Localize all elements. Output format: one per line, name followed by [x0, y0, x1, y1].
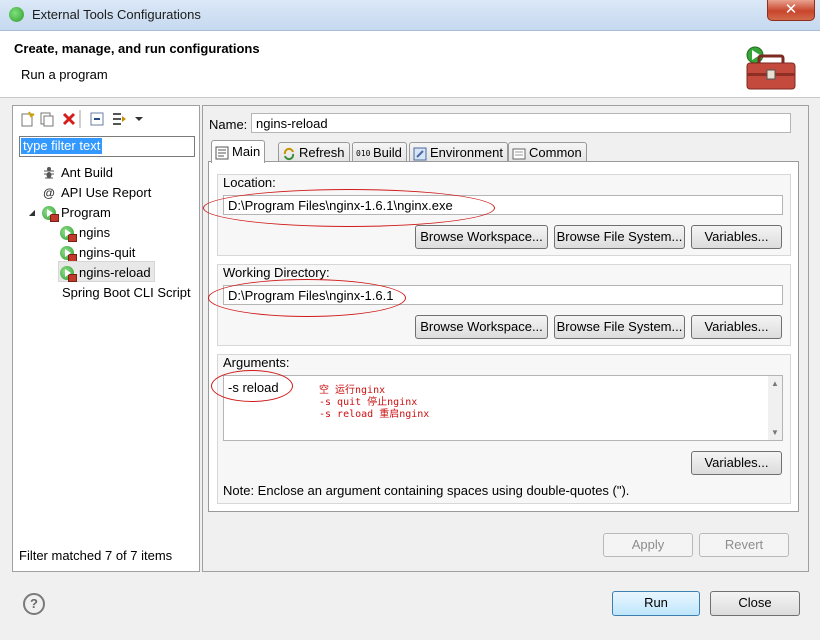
apply-button[interactable]: Apply: [603, 533, 693, 557]
location-input[interactable]: D:\Program Files\nginx-1.6.1\nginx.exe: [223, 195, 783, 215]
app-icon: [9, 7, 24, 22]
location-variables-button[interactable]: Variables...: [691, 225, 782, 249]
workdir-variables-button[interactable]: Variables...: [691, 315, 782, 339]
name-label: Name:: [209, 117, 248, 132]
working-dir-input[interactable]: D:\Program Files\nginx-1.6.1: [223, 285, 783, 305]
window-title: External Tools Configurations: [32, 7, 201, 22]
window-close-button[interactable]: ✕: [767, 0, 815, 21]
refresh-icon: [282, 147, 296, 161]
program-icon: [41, 205, 59, 223]
main-tab-content: Location: D:\Program Files\nginx-1.6.1\n…: [203, 161, 799, 512]
tab-main[interactable]: Main: [211, 140, 266, 163]
workdir-browse-workspace-button[interactable]: Browse Workspace...: [415, 315, 548, 339]
program-launch-icon: [59, 245, 77, 263]
arguments-value: -s reload: [228, 380, 279, 395]
ant-icon: [41, 165, 57, 181]
environment-icon: [413, 147, 427, 161]
duplicate-config-icon[interactable]: [39, 111, 55, 127]
tree-item-ngins-reload[interactable]: ngins-reload: [58, 261, 155, 283]
annotation-line: -s reload 重启nginx: [319, 409, 430, 420]
name-input[interactable]: [251, 113, 791, 133]
tree-item-ant-build[interactable]: Ant Build: [41, 162, 113, 181]
tree-item-ngins-quit[interactable]: ngins-quit: [59, 242, 135, 263]
build-icon: 010: [356, 148, 371, 158]
filter-config-icon[interactable]: [111, 111, 127, 127]
arguments-scrollbar[interactable]: ▲ ▼: [768, 376, 782, 440]
tab-environment[interactable]: Environment: [409, 142, 508, 162]
chevron-down-icon[interactable]: [131, 111, 147, 127]
run-button[interactable]: Run: [612, 591, 700, 616]
help-icon[interactable]: ?: [23, 593, 45, 615]
revert-button[interactable]: Revert: [699, 533, 789, 557]
annotation-line: 空 运行nginx: [319, 385, 386, 396]
common-icon: [512, 147, 526, 161]
tree-item-spring-boot-cli[interactable]: Spring Boot CLI Script: [62, 282, 191, 301]
configuration-editor-panel: Name: Main Refresh 010Build Environment …: [202, 105, 809, 572]
scroll-up-icon[interactable]: ▲: [771, 379, 779, 388]
tree-item-api-use-report[interactable]: @ API Use Report: [41, 182, 151, 201]
dialog-header: Create, manage, and run configurations R…: [0, 31, 820, 98]
program-launch-icon: [59, 265, 77, 283]
configuration-tree-panel: type filter text Ant Build @ API Use Repo…: [12, 105, 200, 572]
header-title: Create, manage, and run configurations: [14, 41, 260, 56]
arguments-label: Arguments:: [223, 355, 290, 370]
tab-common[interactable]: Common: [508, 142, 587, 162]
window-titlebar: External Tools Configurations ✕: [0, 0, 820, 31]
close-button[interactable]: Close: [710, 591, 800, 616]
left-toolbar: [17, 109, 195, 131]
arguments-textarea[interactable]: -s reload 空 运行nginx -s quit 停止nginx -s r…: [223, 375, 783, 441]
main-tab-icon: [215, 146, 229, 160]
toolbox-icon: [746, 46, 796, 90]
api-report-icon: @: [43, 185, 55, 200]
location-label: Location:: [223, 175, 276, 190]
arguments-variables-button[interactable]: Variables...: [691, 451, 782, 475]
header-subtitle: Run a program: [21, 67, 108, 82]
location-browse-workspace-button[interactable]: Browse Workspace...: [415, 225, 548, 249]
delete-config-icon[interactable]: [61, 111, 77, 127]
tree-item-ngins[interactable]: ngins: [59, 222, 110, 243]
annotation-line: -s quit 停止nginx: [319, 397, 418, 408]
collapse-all-icon[interactable]: [89, 111, 105, 127]
expanded-triangle-icon[interactable]: ◢: [27, 205, 37, 221]
filter-input[interactable]: [19, 136, 195, 157]
working-dir-label: Working Directory:: [223, 265, 330, 280]
program-launch-icon: [59, 225, 77, 243]
workdir-browse-fs-button[interactable]: Browse File System...: [554, 315, 685, 339]
scroll-down-icon[interactable]: ▼: [771, 428, 779, 437]
tab-build[interactable]: 010 Build: [352, 142, 407, 162]
new-config-icon[interactable]: [19, 111, 35, 127]
filter-status: Filter matched 7 of 7 items: [19, 548, 173, 563]
tab-refresh[interactable]: Refresh: [278, 142, 350, 162]
toolbar-separator: [79, 110, 81, 128]
location-browse-fs-button[interactable]: Browse File System...: [554, 225, 685, 249]
tree-item-program[interactable]: ◢ Program: [27, 202, 111, 223]
arguments-note: Note: Enclose an argument containing spa…: [223, 483, 630, 498]
